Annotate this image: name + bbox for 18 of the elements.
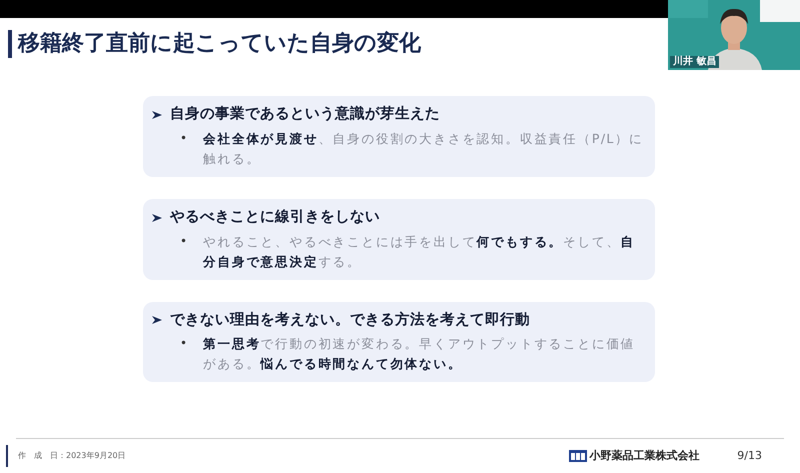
bullet: • (180, 130, 188, 147)
page-number: 9/13 (737, 448, 762, 464)
point-heading: やるべきことに線引きをしない (170, 208, 380, 227)
bullet: • (180, 232, 188, 250)
arrowhead-icon (152, 315, 162, 326)
point-detail: 会社全体が見渡せ、自身の役割の大きさを認知。収益責任（P/L）に触れる。 (203, 130, 645, 168)
point-detail: やれること、やるべきことには手を出して何でもする。そして、自分自身で意思決定する。 (203, 232, 636, 270)
point-detail: 第一思考で行動の初速が変わる。早くアウトプットすることに価値がある。悩んでる時間なんて勿体ない。 (203, 335, 636, 374)
arrowhead-icon (152, 212, 162, 223)
company-logo-icon (569, 450, 588, 462)
company-name: 小野薬品工業株式会社 (589, 448, 700, 464)
slide-title: 移籍終了直前に起こっていた自身の変化 (18, 33, 421, 55)
creation-date: 作 成 日：2023年9月20日 (18, 450, 126, 462)
arrowhead-icon (152, 110, 162, 120)
bullet: • (180, 335, 188, 352)
point-heading: できない理由を考えない。できる方法を考えて即行動 (170, 310, 530, 330)
participant-name: 川井 敏昌 (670, 56, 720, 68)
point-heading: 自身の事業であるという意識が芽生えた (170, 104, 440, 124)
